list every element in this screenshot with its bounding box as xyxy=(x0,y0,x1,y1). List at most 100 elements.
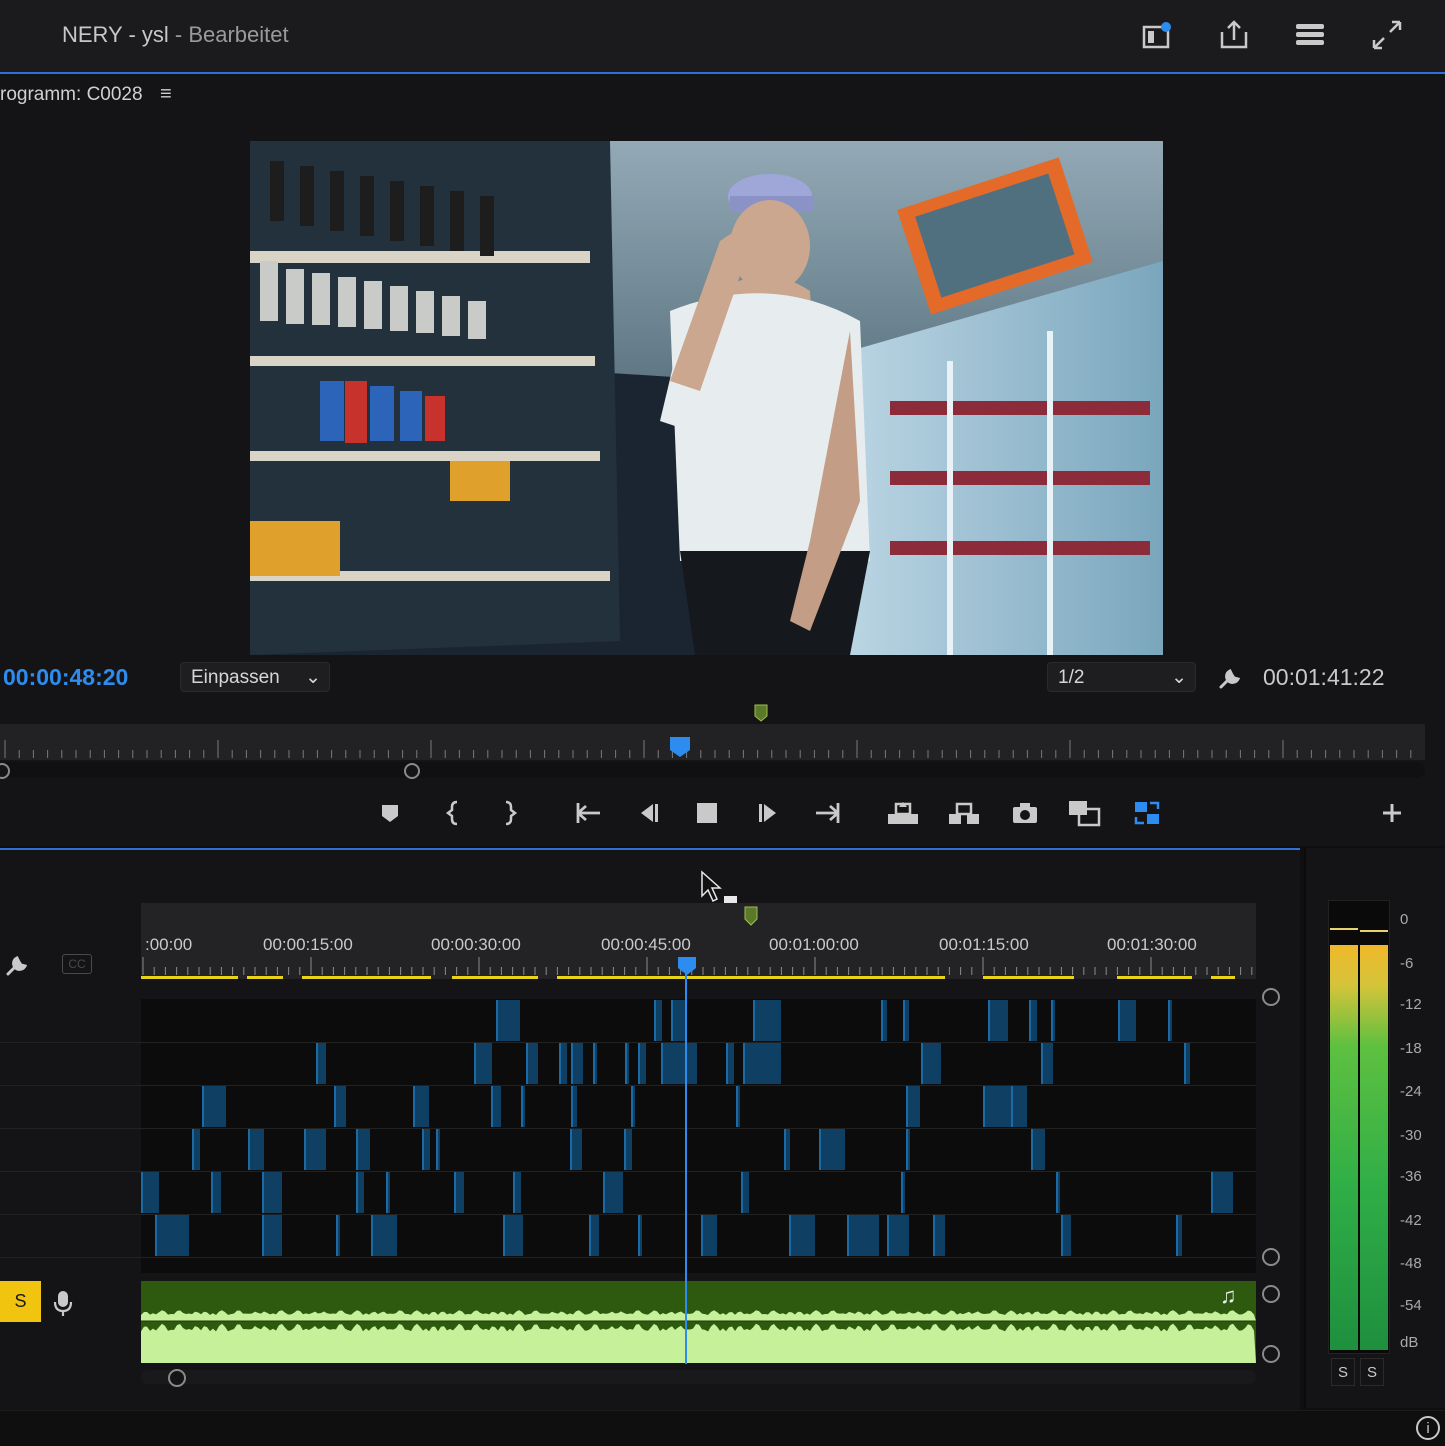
video-clip[interactable] xyxy=(1168,1000,1172,1041)
export-frame-camera-icon[interactable] xyxy=(1008,796,1042,830)
video-clip[interactable] xyxy=(262,1215,282,1256)
video-clip[interactable] xyxy=(422,1129,430,1170)
video-clip[interactable] xyxy=(141,1172,159,1213)
mark-in-button[interactable] xyxy=(437,796,471,830)
video-clip[interactable] xyxy=(262,1172,282,1213)
video-clip[interactable] xyxy=(571,1086,577,1127)
video-clip[interactable] xyxy=(638,1215,642,1256)
video-clip[interactable] xyxy=(334,1086,346,1127)
video-clip[interactable] xyxy=(316,1043,326,1084)
current-timecode[interactable]: 00:00:48:20 xyxy=(3,664,128,691)
video-clip[interactable] xyxy=(589,1215,599,1256)
lift-button[interactable] xyxy=(886,796,920,830)
export-icon[interactable] xyxy=(1217,18,1251,52)
timeline-playhead-line[interactable] xyxy=(685,958,687,1364)
video-clip[interactable] xyxy=(701,1215,717,1256)
video-clip[interactable] xyxy=(436,1129,440,1170)
video-tracks-area[interactable] xyxy=(141,999,1256,1273)
video-clip[interactable] xyxy=(192,1129,200,1170)
video-clip[interactable] xyxy=(983,1086,1011,1127)
video-clip[interactable] xyxy=(304,1129,326,1170)
track-solo-button[interactable]: S xyxy=(0,1281,41,1322)
video-clip[interactable] xyxy=(625,1043,629,1084)
video-clip[interactable] xyxy=(1011,1086,1027,1127)
video-clip[interactable] xyxy=(1184,1043,1190,1084)
extract-button[interactable] xyxy=(947,796,981,830)
video-clip[interactable] xyxy=(887,1215,909,1256)
video-clip[interactable] xyxy=(371,1215,397,1256)
video-clip[interactable] xyxy=(474,1043,492,1084)
video-clip[interactable] xyxy=(847,1215,879,1256)
go-to-in-button[interactable] xyxy=(571,796,605,830)
video-clip[interactable] xyxy=(901,1172,905,1213)
video-clip[interactable] xyxy=(903,1000,909,1041)
audio-scroll-handle-bottom[interactable] xyxy=(1262,1345,1280,1363)
panel-menu-icon[interactable]: ≡ xyxy=(160,83,172,106)
video-clip[interactable] xyxy=(736,1086,740,1127)
marker-icon[interactable] xyxy=(754,704,768,722)
video-clip[interactable] xyxy=(906,1086,920,1127)
video-clip[interactable] xyxy=(496,1000,520,1041)
fullscreen-icon[interactable] xyxy=(1370,18,1404,52)
captions-cc-icon[interactable]: CC xyxy=(62,954,92,974)
video-clip[interactable] xyxy=(921,1043,941,1084)
video-clip[interactable] xyxy=(356,1129,370,1170)
video-clip[interactable] xyxy=(211,1172,221,1213)
video-clip[interactable] xyxy=(661,1043,697,1084)
step-back-button[interactable] xyxy=(631,796,665,830)
video-clip[interactable] xyxy=(1056,1172,1060,1213)
video-clip[interactable] xyxy=(819,1129,845,1170)
video-clip[interactable] xyxy=(1061,1215,1071,1256)
zoom-handle-right[interactable] xyxy=(404,763,420,779)
video-clip[interactable] xyxy=(454,1172,464,1213)
video-clip[interactable] xyxy=(1051,1000,1055,1041)
proxy-toggle-button[interactable] xyxy=(1130,796,1164,830)
stop-button[interactable] xyxy=(690,796,724,830)
audio-clip[interactable] xyxy=(141,1281,1256,1363)
timeline-settings-wrench-icon[interactable] xyxy=(4,950,32,978)
video-clip[interactable] xyxy=(603,1172,623,1213)
video-clip[interactable] xyxy=(631,1086,635,1127)
video-clip[interactable] xyxy=(559,1043,567,1084)
video-clip[interactable] xyxy=(1176,1215,1182,1256)
vscroll-handle-top[interactable] xyxy=(1262,988,1280,1006)
audio-scroll-handle-top[interactable] xyxy=(1262,1285,1280,1303)
video-clip[interactable] xyxy=(1031,1129,1045,1170)
video-clip[interactable] xyxy=(526,1043,538,1084)
step-forward-button[interactable] xyxy=(752,796,786,830)
video-clip[interactable] xyxy=(638,1043,646,1084)
video-clip[interactable] xyxy=(593,1043,597,1084)
settings-wrench-icon[interactable] xyxy=(1217,663,1245,691)
hscroll-handle[interactable] xyxy=(168,1369,186,1387)
video-clip[interactable] xyxy=(503,1215,523,1256)
program-zoom-scrollbar[interactable] xyxy=(0,762,1425,778)
video-clip[interactable] xyxy=(741,1172,749,1213)
video-clip[interactable] xyxy=(336,1215,340,1256)
video-clip[interactable] xyxy=(726,1043,734,1084)
video-clip[interactable] xyxy=(248,1129,264,1170)
video-clip[interactable] xyxy=(521,1086,525,1127)
video-clip[interactable] xyxy=(906,1129,910,1170)
video-clip[interactable] xyxy=(654,1000,662,1041)
layout-icon[interactable] xyxy=(1293,18,1327,52)
video-clip[interactable] xyxy=(1118,1000,1136,1041)
vscroll-handle-bottom[interactable] xyxy=(1262,1248,1280,1266)
video-clip[interactable] xyxy=(784,1129,790,1170)
video-clip[interactable] xyxy=(933,1215,945,1256)
comparison-view-button[interactable] xyxy=(1067,796,1101,830)
add-button-icon[interactable] xyxy=(1375,796,1409,830)
video-clip[interactable] xyxy=(624,1129,632,1170)
go-to-out-button[interactable] xyxy=(811,796,845,830)
workspace-icon[interactable] xyxy=(1140,18,1174,52)
video-clip[interactable] xyxy=(570,1129,582,1170)
microphone-icon[interactable] xyxy=(52,1289,74,1317)
video-clip[interactable] xyxy=(789,1215,815,1256)
info-icon[interactable]: i xyxy=(1416,1416,1440,1440)
add-marker-button[interactable] xyxy=(373,796,407,830)
meter-solo-right[interactable]: S xyxy=(1360,1358,1384,1386)
program-time-ruler[interactable] xyxy=(0,724,1425,760)
video-clip[interactable] xyxy=(413,1086,429,1127)
fit-dropdown[interactable]: Einpassen ⌄ xyxy=(180,662,330,692)
video-clip[interactable] xyxy=(753,1000,781,1041)
program-tab-label[interactable]: rogramm: C0028 xyxy=(0,84,143,106)
